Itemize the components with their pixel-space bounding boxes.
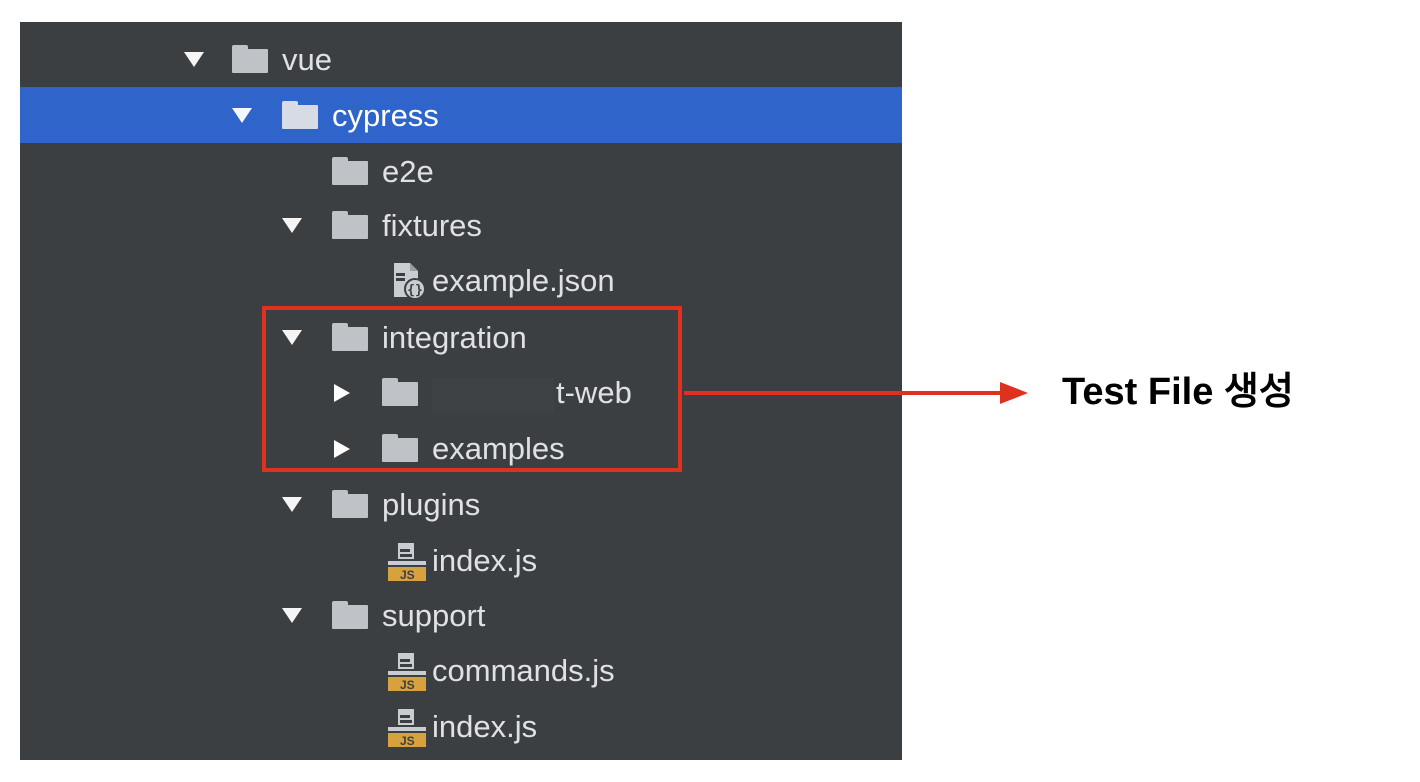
tree-row-commands-js[interactable]: JS commands.js xyxy=(20,642,902,698)
tree-item-label: e2e xyxy=(382,154,434,189)
js-badge-text: JS xyxy=(400,734,415,747)
expand-arrow-icon[interactable] xyxy=(184,52,204,67)
expand-arrow-icon[interactable] xyxy=(282,497,302,512)
integration-highlight-box xyxy=(262,306,682,472)
expand-arrow-icon[interactable] xyxy=(282,608,302,623)
tree-item-label: vue xyxy=(282,42,332,77)
tree-row-vue[interactable]: vue xyxy=(20,31,902,87)
tree-row-plugins-index-js[interactable]: JS index.js xyxy=(20,532,902,588)
js-file-icon: JS xyxy=(388,543,426,581)
folder-icon xyxy=(332,211,368,239)
tree-row-fixtures[interactable]: fixtures xyxy=(20,197,902,253)
expand-arrow-icon[interactable] xyxy=(232,108,252,123)
tree-item-label: index.js xyxy=(432,709,538,744)
tree-row-support-index-js[interactable]: JS index.js xyxy=(20,698,902,754)
tree-item-label: fixtures xyxy=(382,208,482,243)
js-badge-text: JS xyxy=(400,678,415,691)
folder-icon xyxy=(282,101,318,129)
annotation-arrow-head-icon xyxy=(1000,382,1028,404)
folder-icon xyxy=(332,601,368,629)
js-file-icon: JS xyxy=(388,653,426,691)
tree-row-support[interactable]: support xyxy=(20,587,902,643)
json-file-icon: {} xyxy=(394,263,426,300)
expand-arrow-icon[interactable] xyxy=(282,218,302,233)
tree-item-label: support xyxy=(382,598,486,633)
js-badge-text: JS xyxy=(400,568,415,581)
folder-icon xyxy=(332,157,368,185)
tree-item-label: example.json xyxy=(432,263,615,298)
folder-icon xyxy=(332,490,368,518)
tree-item-label: plugins xyxy=(382,487,481,522)
annotation-arrow-line xyxy=(684,391,1002,395)
tree-row-cypress[interactable]: cypress xyxy=(20,87,902,143)
tree-row-e2e[interactable]: e2e xyxy=(20,143,902,199)
annotation-label: Test File 생성 xyxy=(1062,371,1294,413)
tree-row-example-json[interactable]: {} example.json xyxy=(20,252,902,308)
tree-row-plugins[interactable]: plugins xyxy=(20,476,902,532)
folder-icon xyxy=(232,45,268,73)
tree-item-label: commands.js xyxy=(432,653,615,688)
tree-item-label: cypress xyxy=(332,98,439,133)
svg-text:{}: {} xyxy=(407,283,423,298)
js-file-icon: JS xyxy=(388,709,426,747)
tree-item-label: index.js xyxy=(432,543,538,578)
